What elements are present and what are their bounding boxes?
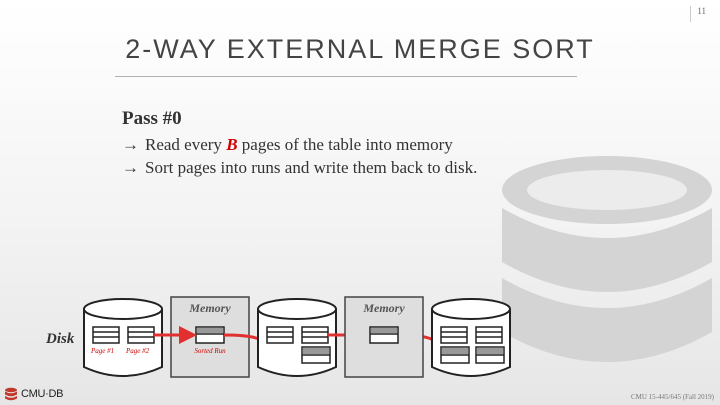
bullet-text-part: Read every <box>145 135 227 154</box>
page-icon <box>301 326 329 344</box>
merge-sort-diagram: Disk Page #1 Page #2 Memory Sorted Run M… <box>45 296 511 378</box>
sorted-page-icon <box>475 346 505 364</box>
bullet-text: Sort pages into runs and write them back… <box>145 158 478 177</box>
bullet-read-pages: → Read every B pages of the table into me… <box>122 133 477 156</box>
page-1-label: Page #1 <box>90 347 114 355</box>
slide-title: 2-WAY EXTERNAL MERGE SORT <box>125 34 595 64</box>
sorted-run-label: Sorted Run <box>194 347 226 355</box>
page-icon <box>440 326 468 344</box>
database-logo-icon <box>5 387 17 401</box>
bullet-arrow: → <box>122 158 139 177</box>
logo-text: CMU·DB <box>21 388 64 400</box>
highlight-b: B <box>226 135 238 154</box>
disk-label: Disk <box>45 331 75 347</box>
disk-cylinder-3 <box>431 298 511 377</box>
page-icon <box>475 326 503 344</box>
bullet-sort-pages: → Sort pages into runs and write them bac… <box>122 156 477 179</box>
title-divider <box>115 76 577 77</box>
bullet-text-part: pages of the table into memory <box>237 135 453 154</box>
cmu-db-logo: CMU·DB <box>4 387 64 401</box>
sorted-run-page-icon <box>195 326 225 344</box>
page-2-label: Page #2 <box>125 347 150 355</box>
memory-box-2: Memory <box>344 296 424 378</box>
memory-label-2: Memory <box>362 301 405 315</box>
bullet-arrow: → <box>122 135 139 154</box>
memory-page-icon <box>369 326 399 344</box>
page-2-icon <box>127 326 155 344</box>
page-1-icon <box>92 326 120 344</box>
memory-box-1: Memory Sorted Run <box>170 296 250 378</box>
disk-cylinder-2 <box>257 298 337 377</box>
sorted-page-icon <box>301 346 331 364</box>
slide-content: Pass #0 → Read every B pages of the table… <box>122 108 477 179</box>
memory-label-1: Memory <box>188 301 231 315</box>
disk-cylinder-1: Page #1 Page #2 <box>83 298 163 377</box>
page-icon <box>266 326 294 344</box>
slide-number: 11 <box>690 6 706 22</box>
sorted-page-icon <box>440 346 470 364</box>
footer-course: CMU 15-445/645 (Fall 2019) <box>630 393 714 401</box>
pass-heading: Pass #0 <box>122 108 182 129</box>
